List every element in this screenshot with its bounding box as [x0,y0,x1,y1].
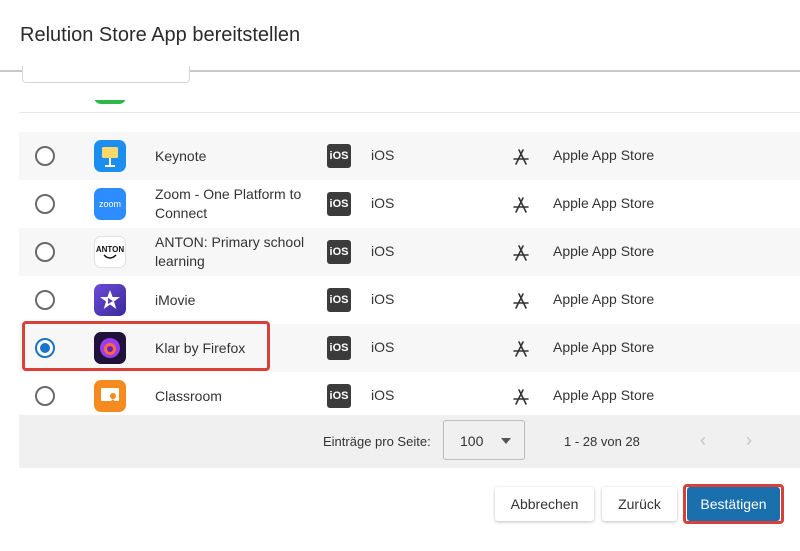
row-radio[interactable] [35,146,55,166]
app-name: Keynote [155,148,207,164]
app-name: Zoom - One Platform to Connect [155,186,302,221]
platform-label: iOS [371,339,395,355]
app-name: iMovie [155,292,196,308]
row-radio[interactable] [35,242,55,262]
table-row[interactable]: zoom Zoom - One Platform to Connect iOS … [19,180,800,229]
app-store-icon [513,245,529,261]
cancel-button[interactable]: Abbrechen [495,487,594,521]
platform-label: iOS [371,147,395,163]
next-page-button[interactable]: › [739,430,759,450]
zoom-icon-text: zoom [98,199,121,209]
table-row[interactable]: Classroom iOS iOS Apple App Store [19,372,800,412]
store-label: Apple App Store [553,195,655,211]
dialog-header: Relution Store App bereitstellen [0,0,800,83]
store-label: Apple App Store [553,147,655,163]
app-store-icon [513,293,529,309]
platform-label: iOS [371,387,395,403]
per-page-value: 100 [460,433,484,449]
pagination-range: 1 - 28 von 28 [564,434,640,449]
platform-label: iOS [371,243,395,259]
app-name: ANTON: Primary school learning [155,234,305,269]
table-row[interactable]: iMovie iOS iOS Apple App Store [19,276,800,325]
app-store-icon [513,389,529,405]
confirm-highlight [683,484,784,524]
store-label: Apple App Store [553,339,655,355]
ios-badge: iOS [327,384,351,408]
per-page-label: Einträge pro Seite: [323,434,431,449]
prev-page-button[interactable]: ‹ [693,430,713,450]
anton-icon: ANTON [94,236,126,268]
ios-badge: iOS [327,192,351,216]
table-row[interactable]: ANTON ANTON: Primary school learning iOS… [19,228,800,277]
dialog-title: Relution Store App bereitstellen [20,24,301,46]
ios-badge: iOS [327,288,351,312]
back-button[interactable]: Zurück [602,487,677,521]
search-input[interactable] [22,66,190,83]
anton-icon-text: ANTON [95,244,125,254]
row-radio[interactable] [35,386,55,406]
ios-badge: iOS [327,144,351,168]
store-label: Apple App Store [553,291,655,307]
row-radio[interactable] [35,290,55,310]
platform-label: iOS [371,291,395,307]
app-name: Classroom [155,388,222,404]
classroom-icon [94,380,126,412]
pagination-bar: Einträge pro Seite: 100 1 - 28 von 28 ‹ … [19,415,800,468]
store-label: Apple App Store [553,387,655,403]
keynote-icon [94,140,126,172]
imovie-icon [94,284,126,316]
selection-highlight [22,321,270,371]
table-row[interactable]: Keynote iOS iOS Apple App Store [19,132,800,181]
ios-badge: iOS [327,240,351,264]
zoom-icon: zoom [94,188,126,220]
store-label: Apple App Store [553,243,655,259]
table-row[interactable] [19,100,800,113]
app-store-icon [513,149,529,165]
ios-badge: iOS [327,336,351,360]
numbers-icon [94,100,126,104]
row-radio[interactable] [35,194,55,214]
platform-label: iOS [371,195,395,211]
app-store-icon [513,341,529,357]
app-store-icon [513,197,529,213]
chevron-down-icon [501,438,511,444]
per-page-select[interactable]: 100 [443,420,525,460]
